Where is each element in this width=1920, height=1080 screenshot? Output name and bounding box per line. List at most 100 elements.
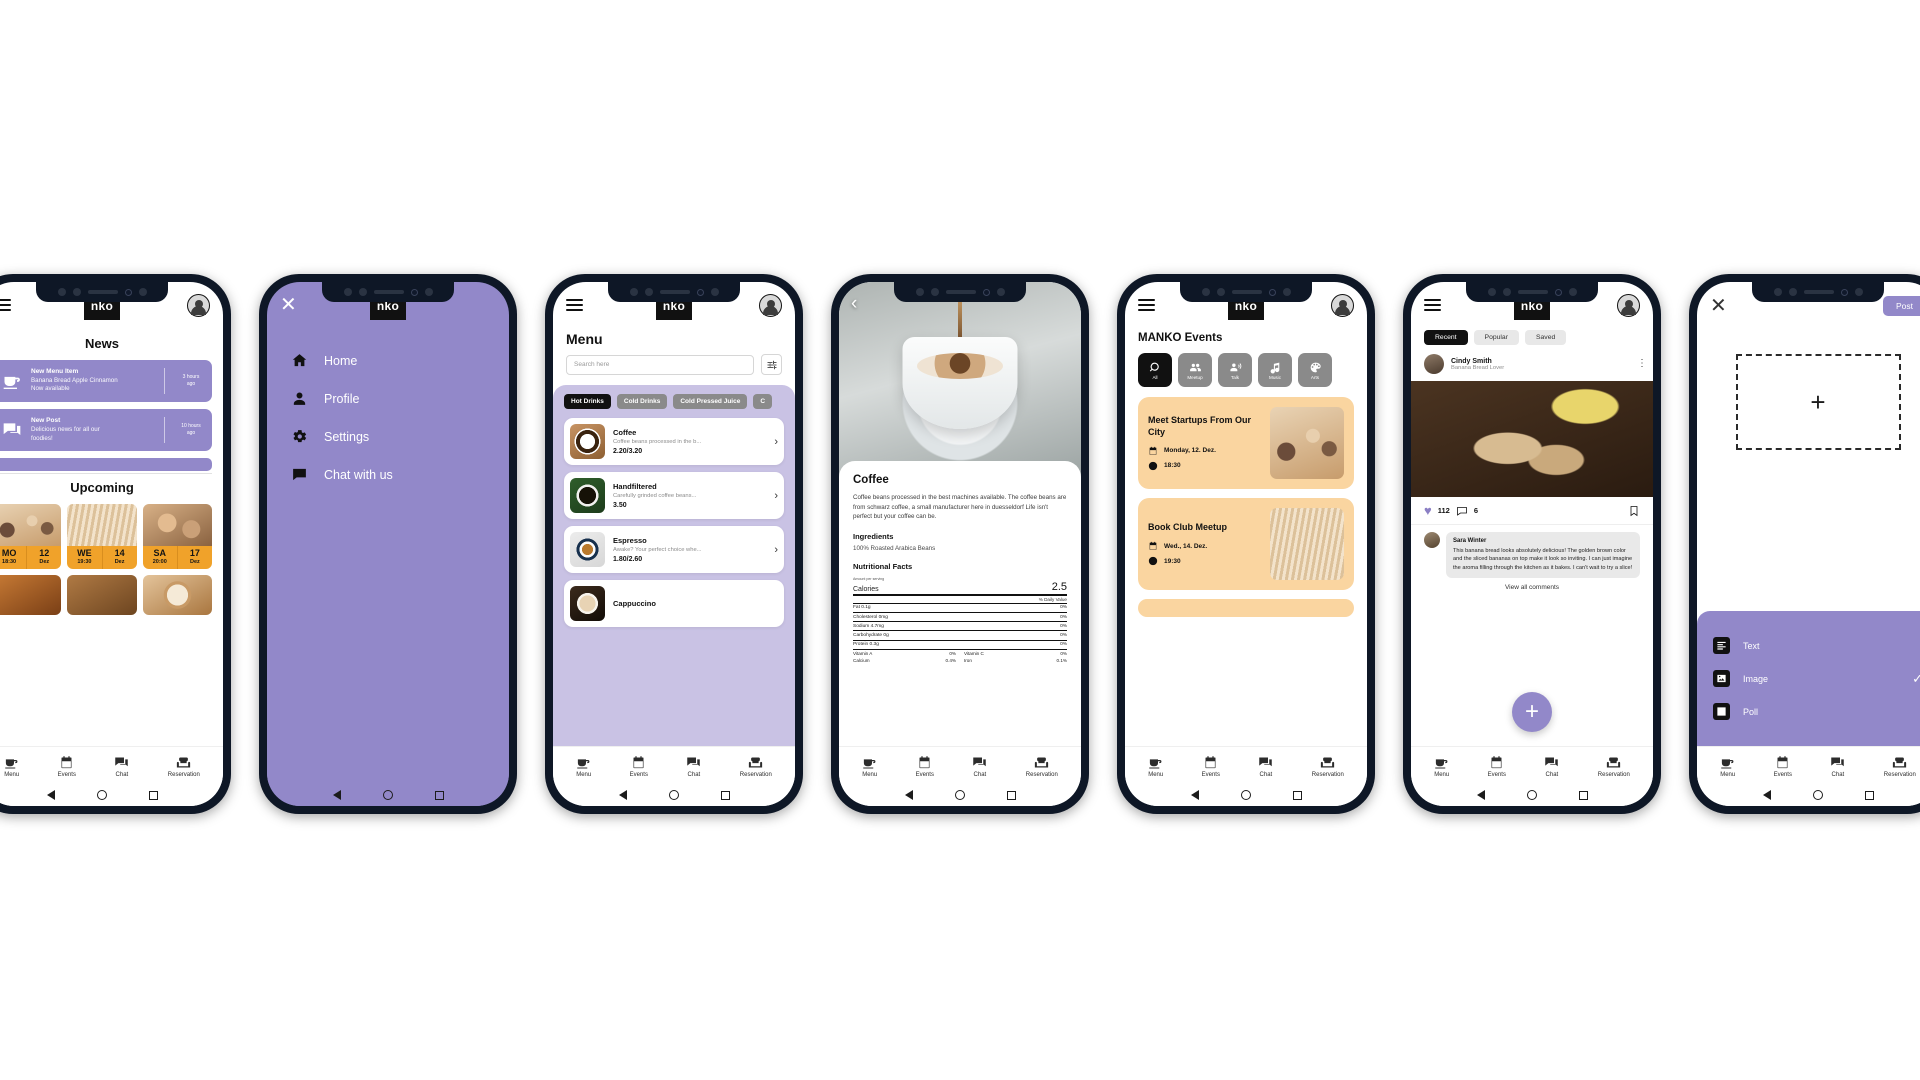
chip-cold-drinks[interactable]: Cold Drinks xyxy=(616,394,668,409)
recents-softkey[interactable] xyxy=(1864,790,1874,800)
menu-icon[interactable] xyxy=(1424,299,1441,311)
chip-partial[interactable]: C xyxy=(753,394,773,409)
tab-events[interactable]: Events xyxy=(58,755,76,778)
recents-softkey[interactable] xyxy=(1578,790,1588,800)
avatar[interactable] xyxy=(1331,293,1354,317)
post-button[interactable]: Post xyxy=(1882,296,1920,316)
back-softkey[interactable] xyxy=(618,790,627,800)
recents-softkey[interactable] xyxy=(720,790,730,800)
home-softkey[interactable] xyxy=(96,790,107,800)
tab-chat[interactable]: Chat xyxy=(1544,755,1559,778)
drawer-item-settings[interactable]: Settings xyxy=(291,428,509,445)
tab-menu[interactable]: Menu xyxy=(862,755,877,778)
tab-chat[interactable]: Chat xyxy=(1258,755,1273,778)
comment-icon[interactable] xyxy=(1456,505,1468,517)
tab-reservation[interactable]: Reservation xyxy=(1884,755,1916,778)
close-icon[interactable]: ✕ xyxy=(1710,296,1727,316)
avatar[interactable] xyxy=(1424,354,1444,374)
search-input[interactable]: Search here xyxy=(566,354,754,375)
home-softkey[interactable] xyxy=(382,790,393,800)
tab-menu[interactable]: Menu xyxy=(4,755,19,778)
event-card[interactable]: WE 19:30 14 Dez xyxy=(67,504,137,569)
add-post-fab[interactable]: + xyxy=(1512,692,1552,732)
bookmark-icon[interactable] xyxy=(1628,505,1640,517)
image-dropzone[interactable]: + xyxy=(1735,354,1901,450)
post-type-image[interactable]: Image ✓ xyxy=(1713,670,1920,687)
back-softkey[interactable] xyxy=(332,790,341,800)
segment-recent[interactable]: Recent xyxy=(1424,330,1468,345)
tab-events[interactable]: Events xyxy=(1488,755,1506,778)
tab-events[interactable]: Events xyxy=(1774,755,1792,778)
more-vertical-icon[interactable]: ⋮ xyxy=(1637,359,1647,369)
post-type-text[interactable]: Text xyxy=(1713,637,1920,654)
avatar[interactable] xyxy=(759,293,782,317)
back-softkey[interactable] xyxy=(904,790,913,800)
back-softkey[interactable] xyxy=(46,790,55,800)
event-card[interactable]: MO 18:30 12 Dez xyxy=(0,504,62,569)
drawer-item-chat[interactable]: Chat with us xyxy=(291,466,509,483)
chip-cold-pressed-juice[interactable]: Cold Pressed Juice xyxy=(673,394,748,409)
category-music[interactable]: Music xyxy=(1258,353,1292,387)
heart-icon[interactable]: ♥ xyxy=(1424,504,1432,517)
home-softkey[interactable] xyxy=(1812,790,1823,800)
news-card-partial[interactable] xyxy=(0,458,212,472)
tab-reservation[interactable]: Reservation xyxy=(168,755,200,778)
tab-chat[interactable]: Chat xyxy=(1830,755,1845,778)
avatar[interactable] xyxy=(1424,532,1440,548)
menu-item-espresso[interactable]: Espresso Awake? Your perfect choice whe.… xyxy=(564,526,784,573)
recents-softkey[interactable] xyxy=(1292,790,1302,800)
tab-events[interactable]: Events xyxy=(1202,755,1220,778)
drawer-item-home[interactable]: Home xyxy=(291,352,509,369)
drawer-item-profile[interactable]: Profile xyxy=(291,390,509,407)
recents-softkey[interactable] xyxy=(1006,790,1016,800)
back-softkey[interactable] xyxy=(1476,790,1485,800)
sliders-icon[interactable] xyxy=(761,354,782,375)
tab-menu[interactable]: Menu xyxy=(1148,755,1163,778)
chevron-left-icon[interactable]: ‹ xyxy=(851,294,857,313)
menu-icon[interactable] xyxy=(0,299,11,311)
tab-chat[interactable]: Chat xyxy=(686,755,701,778)
close-icon[interactable]: ✕ xyxy=(280,295,297,315)
recents-softkey[interactable] xyxy=(434,790,444,800)
menu-item-cappuccino[interactable]: Cappuccino xyxy=(564,580,784,627)
avatar[interactable] xyxy=(187,293,210,317)
tab-reservation[interactable]: Reservation xyxy=(1312,755,1344,778)
news-card[interactable]: New Post Delicious news for all our food… xyxy=(0,409,212,452)
segment-popular[interactable]: Popular xyxy=(1473,330,1519,345)
category-talk[interactable]: Talk xyxy=(1218,353,1252,387)
category-arts[interactable]: Arts xyxy=(1298,353,1332,387)
tab-chat[interactable]: Chat xyxy=(114,755,129,778)
category-meetup[interactable]: Meetup xyxy=(1178,353,1212,387)
avatar[interactable] xyxy=(1617,293,1640,317)
tab-reservation[interactable]: Reservation xyxy=(740,755,772,778)
home-softkey[interactable] xyxy=(1240,790,1251,800)
tab-menu[interactable]: Menu xyxy=(1720,755,1735,778)
news-card[interactable]: New Menu Item Banana Bread Apple Cinnamo… xyxy=(0,360,212,403)
recents-softkey[interactable] xyxy=(148,790,158,800)
event-card[interactable] xyxy=(0,574,62,615)
tab-menu[interactable]: Menu xyxy=(1434,755,1449,778)
event-card[interactable]: SA 20:00 17 Dez xyxy=(142,504,212,569)
event-card-bookclub[interactable]: Book Club Meetup Wed., 14. Dez. 19:30 xyxy=(1138,498,1354,590)
menu-icon[interactable] xyxy=(1138,299,1155,311)
segment-saved[interactable]: Saved xyxy=(1524,330,1567,345)
home-softkey[interactable] xyxy=(668,790,679,800)
post-type-poll[interactable]: Poll xyxy=(1713,703,1920,720)
event-card-startups[interactable]: Meet Startups From Our City Monday, 12. … xyxy=(1138,397,1354,489)
home-softkey[interactable] xyxy=(1526,790,1537,800)
event-card[interactable] xyxy=(142,574,212,615)
tab-events[interactable]: Events xyxy=(630,755,648,778)
view-all-comments-link[interactable]: View all comments xyxy=(1411,584,1653,591)
event-card[interactable] xyxy=(67,574,137,615)
menu-item-coffee[interactable]: Coffee Coffee beans processed in the b..… xyxy=(564,418,784,465)
chip-hot-drinks[interactable]: Hot Drinks xyxy=(564,394,611,409)
event-card-partial[interactable] xyxy=(1138,599,1354,617)
tab-events[interactable]: Events xyxy=(916,755,934,778)
category-all[interactable]: All xyxy=(1138,353,1172,387)
tab-reservation[interactable]: Reservation xyxy=(1598,755,1630,778)
home-softkey[interactable] xyxy=(954,790,965,800)
back-softkey[interactable] xyxy=(1762,790,1771,800)
menu-item-handfiltered[interactable]: Handfiltered Carefully grinded coffee be… xyxy=(564,472,784,519)
back-softkey[interactable] xyxy=(1190,790,1199,800)
menu-icon[interactable] xyxy=(566,299,583,311)
